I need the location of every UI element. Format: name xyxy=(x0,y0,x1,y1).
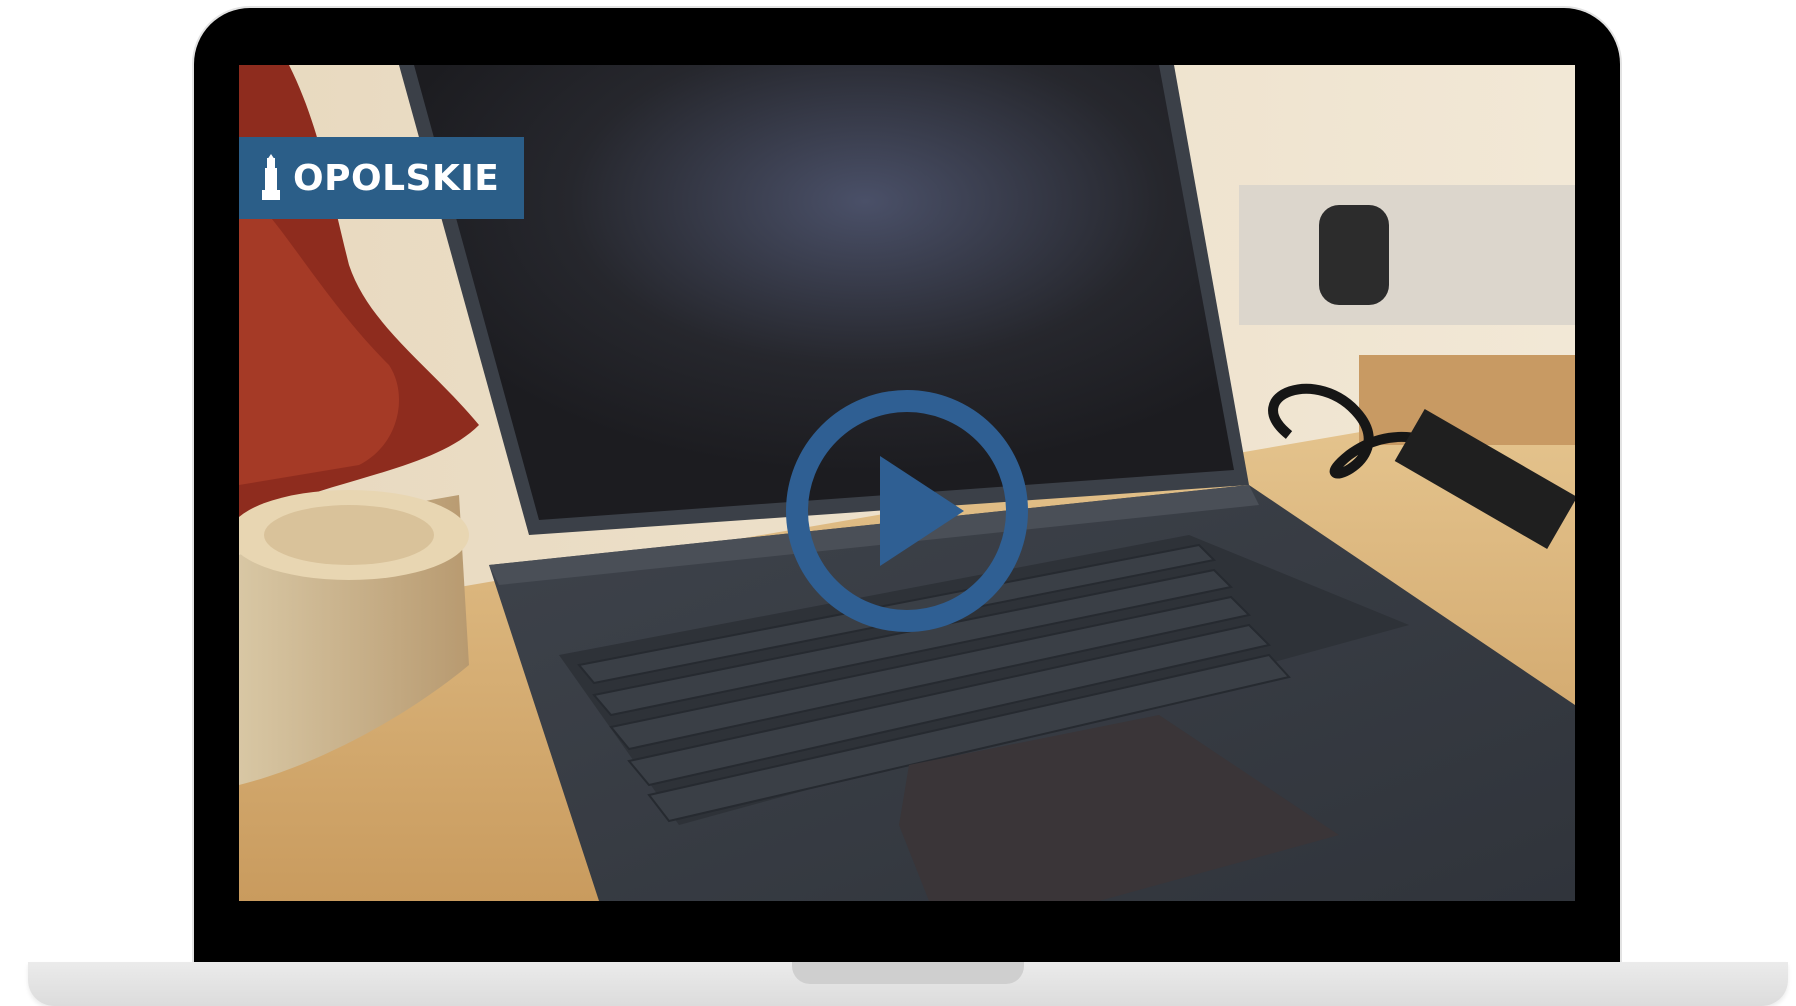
play-icon xyxy=(880,456,964,566)
video-player[interactable]: OPOLSKIE xyxy=(239,65,1575,901)
tower-icon xyxy=(262,154,280,200)
channel-logo: OPOLSKIE xyxy=(239,137,524,219)
laptop-notch xyxy=(792,962,1024,984)
play-button[interactable] xyxy=(784,388,1030,634)
logo-text: OPOLSKIE xyxy=(293,157,500,199)
